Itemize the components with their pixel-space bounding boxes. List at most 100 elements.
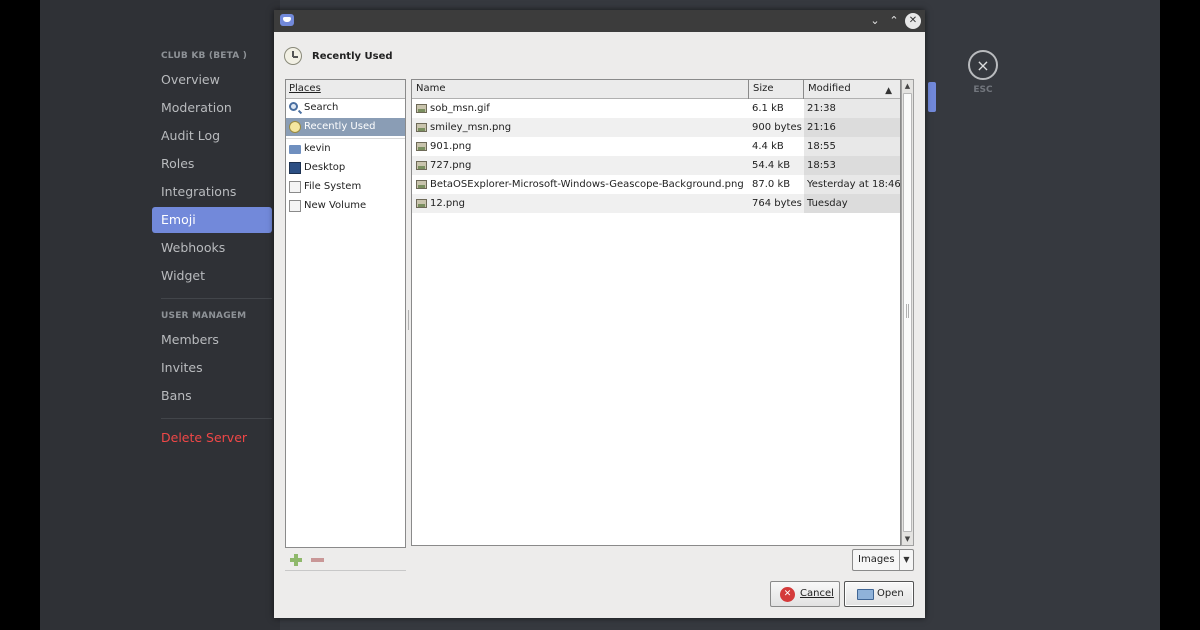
cancel-label: Cancel	[800, 588, 834, 599]
filesystem-icon	[289, 181, 301, 193]
clock-icon	[284, 47, 302, 65]
user-management-heading: USER MANAGEM	[161, 311, 247, 321]
chevron-down-icon: ⌄	[870, 14, 880, 27]
place-search[interactable]: Search	[286, 99, 405, 117]
image-file-icon	[416, 161, 427, 170]
recent-icon	[289, 121, 301, 133]
screen: CLUB KB (BETA ) Overview Moderation Audi…	[0, 0, 1200, 630]
home-folder-icon	[289, 145, 301, 154]
file-name: smiley_msn.png	[430, 122, 512, 133]
cancel-button[interactable]: ✕ Cancel	[770, 581, 840, 607]
scrollbar-grip	[906, 304, 909, 318]
file-size: 764 bytes	[752, 198, 802, 209]
close-button[interactable]: ✕	[905, 13, 921, 29]
place-file-system[interactable]: File System	[286, 178, 405, 196]
file-list: Name Size Modified ▲ sob_msn.gif 6.1 kB …	[411, 79, 901, 546]
sidebar-item-delete-server[interactable]: Delete Server	[152, 425, 272, 451]
image-file-icon	[416, 199, 427, 208]
file-row[interactable]: 901.png 4.4 kB 18:55	[412, 137, 900, 156]
places-separator	[286, 138, 405, 139]
places-footer-divider	[285, 570, 406, 571]
volume-icon	[289, 200, 301, 212]
open-button[interactable]: Open	[844, 581, 914, 607]
file-row[interactable]: sob_msn.gif 6.1 kB 21:38	[412, 99, 900, 118]
discord-app-icon	[280, 14, 294, 26]
file-modified: 18:53	[807, 160, 836, 171]
column-header-modified-label: Modified	[808, 83, 851, 94]
file-size: 87.0 kB	[752, 179, 791, 190]
column-header-name[interactable]: Name	[412, 80, 749, 99]
sidebar-item-moderation[interactable]: Moderation	[152, 95, 272, 121]
file-size: 6.1 kB	[752, 103, 784, 114]
sidebar-divider	[161, 298, 272, 299]
file-name: 901.png	[430, 141, 472, 152]
place-label: Search	[304, 102, 339, 113]
desktop-icon	[289, 162, 301, 174]
image-file-icon	[416, 180, 427, 189]
close-icon: ×	[976, 55, 990, 75]
column-header-size[interactable]: Size	[749, 80, 804, 99]
location-title: Recently Used	[312, 50, 393, 62]
esc-label: ESC	[973, 85, 993, 95]
file-list-header: Name Size Modified ▲	[412, 80, 900, 99]
file-size: 900 bytes	[752, 122, 802, 133]
search-icon	[289, 102, 298, 111]
cancel-icon: ✕	[780, 587, 795, 602]
image-file-icon	[416, 142, 427, 151]
sidebar-item-roles[interactable]: Roles	[152, 151, 272, 177]
sidebar-item-integrations[interactable]: Integrations	[152, 179, 272, 205]
place-label: kevin	[304, 143, 331, 154]
sidebar-divider	[161, 418, 272, 419]
file-name: BetaOSExplorer-Microsoft-Windows-Geascop…	[430, 179, 744, 190]
accent-tab-indicator	[928, 82, 936, 112]
file-name: 12.png	[430, 198, 465, 209]
sidebar-item-invites[interactable]: Invites	[152, 355, 272, 381]
filter-selected-value: Images	[858, 554, 895, 565]
chevron-up-icon: ⌃	[889, 14, 899, 27]
close-icon: ✕	[908, 15, 918, 26]
file-row[interactable]: 727.png 54.4 kB 18:53	[412, 156, 900, 175]
file-row[interactable]: 12.png 764 bytes Tuesday	[412, 194, 900, 213]
file-modified: 18:55	[807, 141, 836, 152]
folder-open-icon	[857, 589, 874, 600]
sidebar-item-emoji[interactable]: Emoji	[152, 207, 272, 233]
file-name: 727.png	[430, 160, 472, 171]
scroll-down-arrow-icon[interactable]: ▼	[902, 533, 913, 545]
server-section-heading: CLUB KB (BETA )	[161, 51, 248, 61]
file-name: sob_msn.gif	[430, 103, 490, 114]
file-size: 54.4 kB	[752, 160, 791, 171]
file-modified: Yesterday at 18:46	[807, 179, 901, 190]
sort-ascending-icon: ▲	[885, 86, 892, 96]
place-desktop[interactable]: Desktop	[286, 159, 405, 177]
place-new-volume[interactable]: New Volume	[286, 197, 405, 215]
close-settings-button[interactable]: ×	[968, 50, 998, 80]
places-pane: Places Search Recently Used kevin Deskto…	[285, 79, 406, 548]
file-size: 4.4 kB	[752, 141, 784, 152]
sidebar-item-bans[interactable]: Bans	[152, 383, 272, 409]
file-row[interactable]: BetaOSExplorer-Microsoft-Windows-Geascop…	[412, 175, 900, 194]
sidebar-item-widget[interactable]: Widget	[152, 263, 272, 289]
place-recently-used[interactable]: Recently Used	[286, 118, 405, 136]
file-list-scrollbar[interactable]: ▲ ▼	[901, 79, 914, 546]
places-column-header[interactable]: Places	[286, 80, 405, 99]
file-row[interactable]: smiley_msn.png 900 bytes 21:16	[412, 118, 900, 137]
column-header-modified[interactable]: Modified ▲	[804, 80, 900, 99]
file-type-filter-select[interactable]: Images ▼	[852, 549, 914, 571]
add-bookmark-button[interactable]	[290, 554, 302, 566]
dialog-titlebar[interactable]: ⌄ ⌃ ✕	[274, 10, 925, 32]
sidebar-item-overview[interactable]: Overview	[152, 67, 272, 93]
sidebar-item-webhooks[interactable]: Webhooks	[152, 235, 272, 261]
chevron-down-icon: ▼	[899, 550, 913, 570]
place-home-kevin[interactable]: kevin	[286, 140, 405, 158]
file-chooser-dialog: ⌄ ⌃ ✕ Recently Used Places Search Recent…	[274, 10, 925, 618]
scroll-up-arrow-icon[interactable]: ▲	[902, 80, 913, 92]
remove-bookmark-button[interactable]	[311, 558, 324, 562]
sidebar-item-audit-log[interactable]: Audit Log	[152, 123, 272, 149]
sidebar-item-members[interactable]: Members	[152, 327, 272, 353]
place-label: Recently Used	[304, 121, 376, 132]
scrollbar-thumb[interactable]	[903, 93, 912, 532]
place-label: Desktop	[304, 162, 346, 173]
minimize-button[interactable]: ⌄	[867, 13, 883, 29]
maximize-button[interactable]: ⌃	[886, 13, 902, 29]
open-label: Open	[877, 588, 904, 599]
